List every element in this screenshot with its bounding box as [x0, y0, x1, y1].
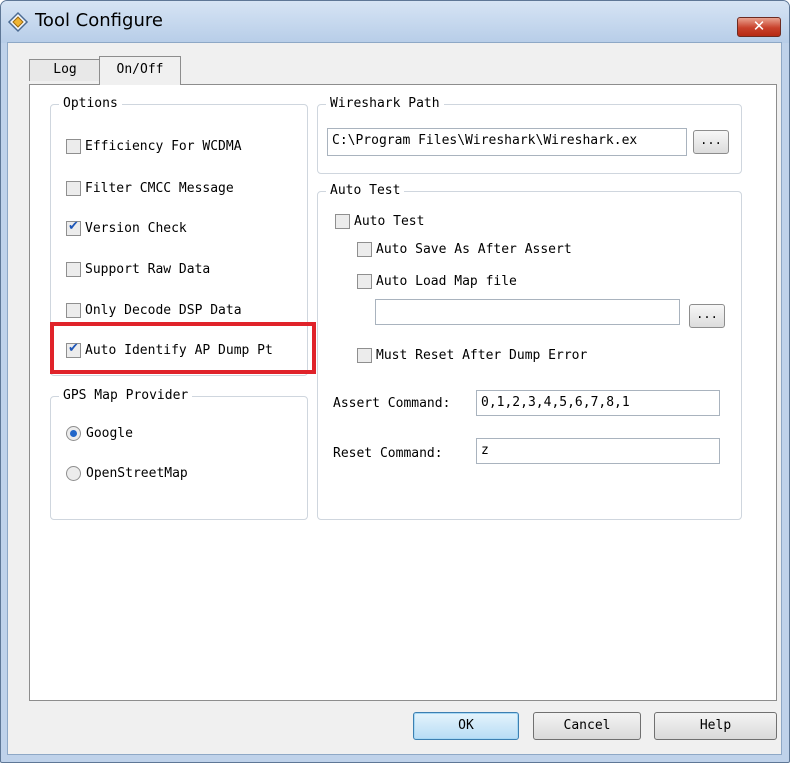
- reset-command-input[interactable]: z: [476, 438, 720, 464]
- checkbox-support-raw-data-label: Support Raw Data: [85, 262, 211, 277]
- checkbox-only-decode-dsp-box[interactable]: [66, 303, 81, 318]
- checkbox-must-reset-box[interactable]: [357, 348, 372, 363]
- gps-map-provider-group: GPS Map Provider: [50, 388, 308, 520]
- checkbox-filter-cmcc-label: Filter CMCC Message: [85, 181, 234, 196]
- checkbox-filter-cmcc-box[interactable]: [66, 181, 81, 196]
- radio-google-dot[interactable]: [66, 426, 81, 441]
- checkbox-filter-cmcc[interactable]: Filter CMCC Message: [66, 181, 234, 196]
- checkbox-auto-test-label: Auto Test: [354, 214, 425, 229]
- checkbox-efficiency-wcdma-label: Efficiency For WCDMA: [85, 139, 242, 154]
- auto-test-group-title: Auto Test: [326, 183, 405, 198]
- ok-button[interactable]: OK: [413, 712, 519, 740]
- checkbox-version-check-label: Version Check: [85, 221, 187, 236]
- checkbox-only-decode-dsp-label: Only Decode DSP Data: [85, 303, 242, 318]
- map-file-browse-button[interactable]: ...: [689, 304, 725, 328]
- checkbox-auto-save-after-assert[interactable]: Auto Save As After Assert: [357, 242, 572, 257]
- radio-openstreetmap-label: OpenStreetMap: [86, 466, 188, 481]
- wireshark-path-input[interactable]: C:\Program Files\Wireshark\Wireshark.ex: [327, 128, 687, 156]
- checkbox-must-reset[interactable]: Must Reset After Dump Error: [357, 348, 587, 363]
- wireshark-group-title: Wireshark Path: [326, 96, 444, 111]
- close-button[interactable]: ✕: [737, 17, 781, 37]
- checkbox-efficiency-wcdma-box[interactable]: [66, 139, 81, 154]
- radio-openstreetmap[interactable]: OpenStreetMap: [66, 466, 188, 481]
- app-icon: [7, 11, 29, 33]
- red-highlight-box: [50, 322, 316, 374]
- tab-on-off[interactable]: On/Off: [99, 56, 181, 85]
- map-file-path-input[interactable]: [375, 299, 680, 325]
- checkbox-auto-test[interactable]: Auto Test: [335, 214, 424, 229]
- checkbox-support-raw-data[interactable]: Support Raw Data: [66, 262, 210, 277]
- checkbox-support-raw-data-box[interactable]: [66, 262, 81, 277]
- options-group-title: Options: [59, 96, 122, 111]
- radio-openstreetmap-dot[interactable]: [66, 466, 81, 481]
- gps-group-title: GPS Map Provider: [59, 388, 193, 403]
- checkbox-auto-save-label: Auto Save As After Assert: [376, 242, 572, 257]
- tab-log[interactable]: Log: [29, 59, 101, 81]
- checkbox-only-decode-dsp[interactable]: Only Decode DSP Data: [66, 303, 242, 318]
- checkbox-auto-load-map[interactable]: Auto Load Map file: [357, 274, 517, 289]
- radio-google[interactable]: Google: [66, 426, 133, 441]
- title-bar[interactable]: Tool Configure ✕: [1, 1, 789, 43]
- checkbox-version-check-box[interactable]: [66, 219, 81, 236]
- close-icon: ✕: [752, 17, 766, 35]
- checkbox-auto-test-box[interactable]: [335, 214, 350, 229]
- checkbox-efficiency-wcdma[interactable]: Efficiency For WCDMA: [66, 139, 242, 154]
- reset-command-label: Reset Command:: [333, 446, 443, 461]
- tab-log-label: Log: [53, 62, 77, 77]
- tab-on-off-label: On/Off: [116, 62, 164, 77]
- checkbox-auto-load-label: Auto Load Map file: [376, 274, 517, 289]
- wireshark-browse-button[interactable]: ...: [693, 130, 729, 154]
- help-button[interactable]: Help: [654, 712, 777, 740]
- window-title: Tool Configure: [35, 10, 163, 31]
- checkbox-must-reset-label: Must Reset After Dump Error: [376, 348, 588, 363]
- checkbox-auto-save-box[interactable]: [357, 242, 372, 257]
- assert-command-input[interactable]: 0,1,2,3,4,5,6,7,8,1: [476, 390, 720, 416]
- cancel-button[interactable]: Cancel: [533, 712, 641, 740]
- assert-command-label: Assert Command:: [333, 396, 451, 411]
- radio-google-label: Google: [86, 426, 133, 441]
- checkbox-auto-load-box[interactable]: [357, 274, 372, 289]
- checkbox-version-check[interactable]: Version Check: [66, 219, 187, 236]
